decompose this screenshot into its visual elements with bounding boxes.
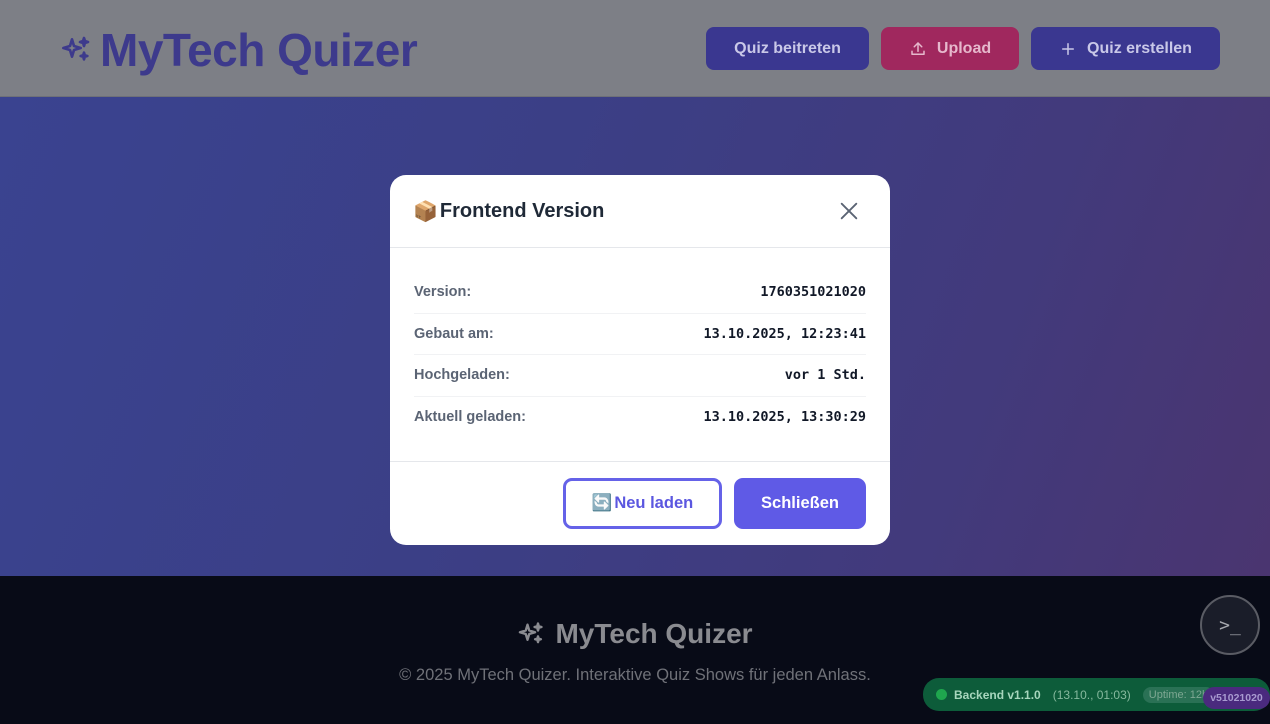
status-ok-icon [936, 689, 947, 700]
plus-icon [1062, 42, 1075, 55]
join-quiz-label: Quiz beitreten [734, 39, 841, 57]
terminal-icon: >_ [1219, 614, 1241, 636]
dialog-body: Version: 1760351021020 Gebaut am: 13.10.… [390, 248, 890, 462]
reload-label: Neu laden [614, 494, 694, 512]
dialog-footer: 🔄 Neu laden Schließen [390, 462, 890, 545]
frontend-version-dialog: 📦 Frontend Version Version: 176035102102… [390, 175, 890, 545]
dialog-header: 📦 Frontend Version [390, 175, 890, 248]
sparkles-icon [62, 36, 90, 61]
row-value: 1760351021020 [760, 284, 866, 301]
package-icon: 📦 [413, 201, 438, 223]
create-quiz-button[interactable]: Quiz erstellen [1031, 27, 1220, 70]
close-icon[interactable] [838, 200, 860, 222]
dialog-title: 📦 Frontend Version [413, 199, 604, 224]
app-logo[interactable]: MyTech Quizer [60, 24, 418, 76]
footer-logo: MyTech Quizer [0, 618, 1270, 650]
backend-version: Backend v1.1.0 [954, 687, 1041, 702]
upload-button[interactable]: Upload [881, 27, 1019, 70]
app-title: MyTech Quizer [100, 24, 418, 76]
terminal-button[interactable]: >_ [1200, 595, 1260, 655]
backend-build-time: (13.10., 01:03) [1052, 687, 1131, 702]
row-value: 13.10.2025, 12:23:41 [703, 325, 866, 342]
footer-app-title: MyTech Quizer [555, 618, 753, 649]
info-row-version: Version: 1760351021020 [414, 272, 866, 314]
row-value: 13.10.2025, 13:30:29 [703, 409, 866, 426]
info-row-loaded: Aktuell geladen: 13.10.2025, 13:30:29 [414, 397, 866, 439]
upload-label: Upload [936, 39, 992, 57]
row-label: Hochgeladen: [414, 367, 510, 384]
row-label: Version: [414, 284, 472, 301]
row-label: Gebaut am: [414, 325, 494, 342]
join-quiz-button[interactable]: Quiz beitreten [706, 27, 869, 70]
reload-icon: 🔄 [591, 494, 613, 512]
create-quiz-label: Quiz erstellen [1087, 39, 1192, 57]
upload-icon [911, 41, 925, 55]
info-row-uploaded: Hochgeladen: vor 1 Std. [414, 355, 866, 397]
reload-button[interactable]: 🔄 Neu laden [563, 478, 722, 529]
row-value: vor 1 Std. [784, 367, 866, 384]
row-label: Aktuell geladen: [414, 409, 526, 426]
frontend-version-badge[interactable]: v51021020 [1203, 687, 1270, 709]
info-row-built: Gebaut am: 13.10.2025, 12:23:41 [414, 314, 866, 355]
dialog-title-text: Frontend Version [439, 200, 605, 222]
close-button[interactable]: Schließen [734, 478, 866, 529]
sparkles-icon [519, 622, 544, 644]
close-label: Schließen [761, 494, 839, 512]
app-header: MyTech Quizer Quiz beitreten Upload Quiz… [0, 0, 1270, 97]
